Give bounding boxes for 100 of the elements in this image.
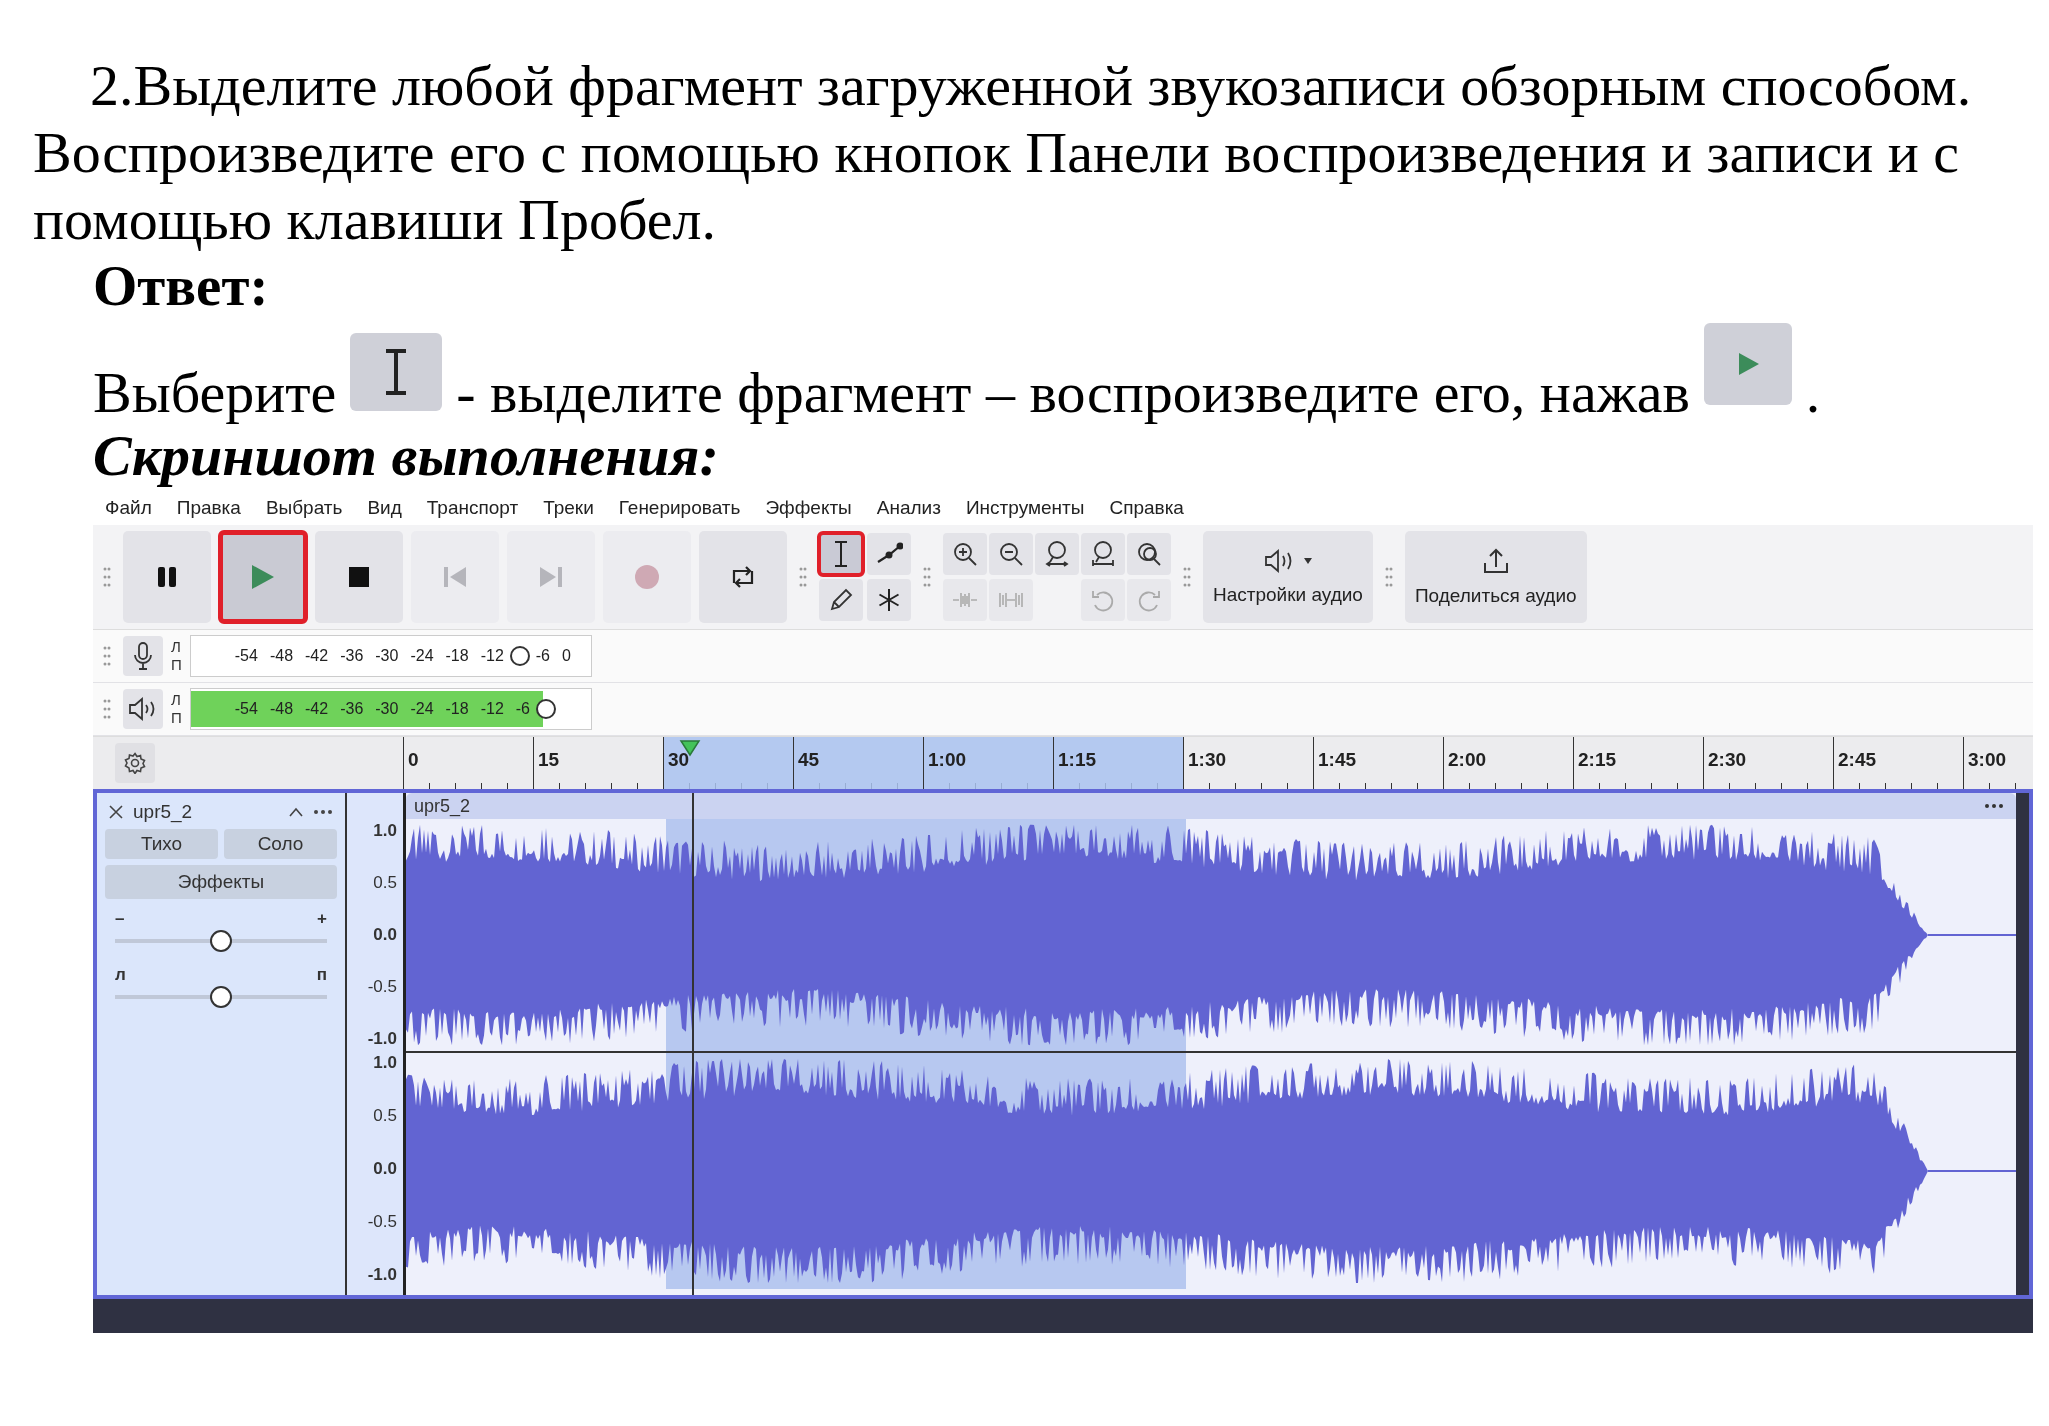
slider-thumb[interactable] (509, 646, 530, 666)
answer-text: . (1805, 361, 1821, 425)
play-button[interactable] (219, 531, 307, 623)
microphone-icon (133, 641, 153, 671)
time-label[interactable]: 30 (663, 737, 793, 789)
time-label[interactable]: 45 (793, 737, 923, 789)
grip-icon[interactable] (103, 699, 111, 719)
amplitude-label: 0.0 (373, 1159, 397, 1179)
collapse-icon[interactable] (289, 807, 303, 817)
slider-label: – (115, 909, 125, 929)
play-icon (250, 563, 276, 591)
trim-icon (951, 590, 979, 610)
effects-button[interactable]: Эффекты (105, 865, 337, 899)
meter-scale-label: -36 (340, 700, 364, 718)
multi-tool-button[interactable] (867, 579, 911, 621)
more-icon[interactable] (1984, 803, 2004, 809)
zoom-out-button[interactable] (989, 533, 1033, 575)
meter-scale-label: -12 (480, 647, 504, 665)
clip-header[interactable]: upr5_2 (406, 793, 2016, 819)
zoom-in-button[interactable] (943, 533, 987, 575)
grip-icon[interactable] (799, 567, 807, 587)
caret-icon (1302, 557, 1313, 565)
select-tool-button[interactable] (819, 533, 863, 575)
close-icon[interactable] (109, 805, 123, 819)
share-audio-button[interactable]: Поделиться аудио (1404, 531, 1587, 623)
menu-item[interactable]: Треки (543, 497, 594, 519)
stop-button[interactable] (315, 531, 403, 623)
meter-scale-label: -24 (410, 700, 434, 718)
scrollbar[interactable] (2016, 793, 2029, 1295)
meter-scale-label: -48 (269, 647, 294, 665)
amplitude-label: 1.0 (373, 821, 397, 841)
clip-name: upr5_2 (414, 795, 471, 817)
meter-scale-label: -42 (305, 700, 329, 718)
menu-item[interactable]: Правка (176, 497, 241, 519)
upload-icon (1481, 547, 1510, 575)
grip-icon[interactable] (1183, 567, 1191, 587)
menu-item[interactable]: Транспорт (426, 497, 519, 519)
settings-icon (124, 752, 146, 774)
more-icon[interactable] (313, 809, 333, 815)
meter-scale-label: -12 (480, 700, 504, 718)
menu-item[interactable]: Инструменты (965, 497, 1085, 519)
menu-item[interactable]: Анализ (876, 497, 941, 519)
grip-icon[interactable] (923, 567, 931, 587)
meter-scale-label: -30 (375, 647, 399, 665)
audio-setup-button[interactable]: Настройки аудио (1203, 531, 1373, 623)
amplitude-label: 0.5 (373, 1106, 397, 1126)
envelope-tool-button[interactable] (867, 533, 911, 575)
amplitude-label: -0.5 (367, 1212, 397, 1232)
meter-scale-label: -24 (410, 647, 434, 665)
grip-icon[interactable] (1384, 567, 1393, 587)
microphone-button[interactable] (123, 636, 163, 676)
fit-selection-icon (1044, 540, 1070, 568)
grip-icon[interactable] (103, 567, 111, 587)
amplitude-label: 0.5 (373, 873, 397, 893)
meter-scale-label: -30 (375, 700, 399, 718)
channel-label: Л (171, 638, 182, 656)
menu-item[interactable]: Справка (1109, 497, 1184, 519)
meter-scale-label: -6 (515, 700, 530, 718)
answer-text: Выберите (93, 361, 337, 425)
meter-scale-label: -54 (234, 647, 258, 665)
fit-project-icon (1090, 540, 1116, 568)
slider-thumb[interactable] (536, 699, 556, 719)
slider-thumb[interactable] (210, 986, 232, 1008)
skip-to-start-icon (442, 565, 468, 589)
solo-button[interactable]: Соло (224, 829, 337, 859)
meter-scale-label: -6 (535, 647, 550, 665)
zoom-out-icon (998, 541, 1024, 567)
record-icon (634, 564, 660, 590)
pause-button[interactable] (123, 531, 211, 623)
zoom-toggle-icon (1136, 541, 1162, 567)
zoom-toggle-button[interactable] (1127, 533, 1171, 575)
meter-scale-label: -42 (305, 647, 329, 665)
zoom-in-icon (952, 541, 978, 567)
menu-item[interactable]: Выбрать (265, 497, 343, 519)
menu-item[interactable]: Генерировать (618, 497, 741, 519)
play-icon (1703, 323, 1792, 405)
fit-project-button[interactable] (1081, 533, 1125, 575)
time-label[interactable]: 1:15 (1053, 737, 1183, 789)
fit-selection-button[interactable] (1035, 533, 1079, 575)
asterisk-icon (877, 588, 901, 612)
slider-label: л (115, 965, 126, 985)
speaker-button[interactable] (123, 689, 163, 729)
time-label[interactable]: 1:00 (923, 737, 1053, 789)
task-paragraph: 2.Выделите любой фрагмент загруженной звукозаписи обзорным способом. Воспроизведите его с помощью кнопок Панели воспроизведения и записи и с помощью клавиши Пробел. (33, 52, 1973, 253)
meter-scale-label: -18 (445, 700, 469, 718)
amplitude-label: -1.0 (367, 1265, 397, 1285)
slider-thumb[interactable] (210, 930, 232, 952)
answer-heading: Ответ: (93, 253, 270, 319)
pause-icon (156, 565, 178, 589)
menu-item[interactable]: Вид (367, 497, 402, 519)
menu-item[interactable]: Файл (105, 497, 152, 519)
draw-tool-button[interactable] (819, 579, 863, 621)
channel-label: Л (171, 691, 182, 709)
settings-button[interactable] (115, 743, 155, 783)
grip-icon[interactable] (103, 646, 111, 666)
meter-scale-label: 0 (562, 647, 571, 665)
mute-button[interactable]: Тихо (105, 829, 218, 859)
track-name[interactable]: upr5_2 (133, 801, 279, 823)
skip-to-end-icon (538, 565, 564, 589)
menu-item[interactable]: Эффекты (765, 497, 852, 519)
